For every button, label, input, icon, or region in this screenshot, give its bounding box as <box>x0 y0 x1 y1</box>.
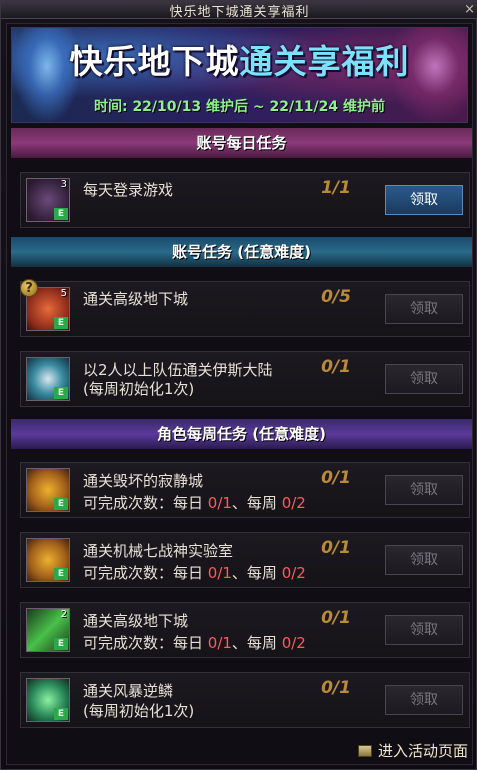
task-progress: 0/1 <box>321 468 351 488</box>
task-progress: 0/1 <box>321 608 351 628</box>
e-badge-icon: E <box>54 708 68 720</box>
task-name: 每天登录游戏 <box>83 181 174 199</box>
task-name: 以2人以上队伍通关伊斯大陆 <box>83 361 273 379</box>
event-window: 快乐地下城通关享福利 × 快乐地下城通关享福利 时间: 22/10/13 维护后… <box>0 0 477 770</box>
claim-button[interactable]: 领取 <box>385 685 463 715</box>
claim-button[interactable]: 领取 <box>385 294 463 324</box>
banner-event-period: 时间: 22/10/13 维护后 ~ 22/11/24 维护前 <box>93 99 386 115</box>
e-badge-icon: E <box>54 498 68 510</box>
event-page-icon <box>357 745 372 757</box>
e-badge-icon: E <box>54 638 68 650</box>
icon-quantity: 3 <box>60 179 67 190</box>
task-row: 5 E 通关高级地下城 0/5 领取 <box>20 281 470 337</box>
help-icon[interactable]: ? <box>20 279 38 297</box>
claim-button[interactable]: 领取 <box>385 475 463 505</box>
claim-button[interactable]: 领取 <box>385 545 463 575</box>
claim-button[interactable]: 领取 <box>385 615 463 645</box>
daily-count: 0/1 <box>207 634 232 652</box>
e-badge-icon: E <box>54 317 68 329</box>
task-row: E 通关毁坏的寂静城 可完成次数：每日 0/1、每周 0/2 0/1 领取 <box>20 462 470 518</box>
task-row: E 通关风暴逆鳞 (每周初始化1次) 0/1 领取 <box>20 672 470 728</box>
task-progress: 0/1 <box>321 357 351 377</box>
e-badge-icon: E <box>54 568 68 580</box>
task-progress: 0/5 <box>321 287 351 307</box>
task-name: 通关高级地下城 <box>83 290 189 308</box>
window-title: 快乐地下城通关享福利 <box>169 5 310 20</box>
task-reset-note: (每周初始化1次) <box>83 702 195 720</box>
weekly-count: 0/2 <box>281 494 306 512</box>
chest-icon: 3 E <box>26 178 70 222</box>
event-page-link-label: 进入活动页面 <box>377 742 468 760</box>
sword-icon: 2 E <box>26 608 70 652</box>
limit-label: 可完成次数：每日 <box>83 564 208 582</box>
close-icon[interactable]: × <box>464 1 475 18</box>
limit-label: 可完成次数：每日 <box>83 494 208 512</box>
teal-emblem-icon: E <box>26 357 70 401</box>
weekly-count: 0/2 <box>281 564 306 582</box>
claim-button[interactable]: 领取 <box>385 364 463 394</box>
gold-orb-icon: E <box>26 538 70 582</box>
task-name: 通关毁坏的寂静城 <box>83 472 204 490</box>
task-limit-text: 可完成次数：每日 0/1、每周 0/2 <box>83 632 306 653</box>
section-header-weekly: 角色每周任务 (任意难度) <box>11 419 472 449</box>
banner-headline: 快乐地下城通关享福利 <box>12 42 467 82</box>
task-row: 2 E 通关高级地下城 可完成次数：每日 0/1、每周 0/2 0/1 领取 <box>20 602 470 658</box>
claim-button[interactable]: 领取 <box>385 185 463 215</box>
limit-separator: 、每周 <box>231 564 282 582</box>
task-name: 通关高级地下城 <box>83 612 189 630</box>
task-limit-text: 可完成次数：每日 0/1、每周 0/2 <box>83 562 306 583</box>
e-badge-icon: E <box>54 208 68 220</box>
event-banner: 快乐地下城通关享福利 时间: 22/10/13 维护后 ~ 22/11/24 维… <box>11 27 468 123</box>
banner-headline-part1: 快乐地下城 <box>69 42 240 81</box>
section-header-account: 账号任务 (任意难度) <box>11 237 472 267</box>
task-row: E 以2人以上队伍通关伊斯大陆 (每周初始化1次) 0/1 领取 <box>20 351 470 407</box>
daily-count: 0/1 <box>207 494 232 512</box>
title-bar[interactable]: 快乐地下城通关享福利 × <box>1 1 477 20</box>
limit-label: 可完成次数：每日 <box>83 634 208 652</box>
weekly-count: 0/2 <box>281 634 306 652</box>
limit-separator: 、每周 <box>231 494 282 512</box>
limit-separator: 、每周 <box>231 634 282 652</box>
event-page-link[interactable]: 进入活动页面 <box>357 740 468 761</box>
daily-count: 0/1 <box>207 564 232 582</box>
task-limit-text: 可完成次数：每日 0/1、每周 0/2 <box>83 492 306 513</box>
banner-headline-part2: 通关享福利 <box>239 42 410 81</box>
task-name: 通关风暴逆鳞 <box>83 682 174 700</box>
e-badge-icon: E <box>54 387 68 399</box>
task-progress: 1/1 <box>321 178 351 198</box>
task-progress: 0/1 <box>321 678 351 698</box>
green-crystal-icon: E <box>26 678 70 722</box>
icon-quantity: 2 <box>60 609 67 620</box>
section-header-daily: 账号每日任务 <box>11 128 472 158</box>
task-reset-note: (每周初始化1次) <box>83 380 195 398</box>
task-name: 通关机械七战神实验室 <box>83 542 234 560</box>
gold-orb-icon: E <box>26 468 70 512</box>
icon-quantity: 5 <box>60 288 67 299</box>
task-progress: 0/1 <box>321 538 351 558</box>
task-row: 3 E 每天登录游戏 1/1 领取 <box>20 172 470 228</box>
task-row: E 通关机械七战神实验室 可完成次数：每日 0/1、每周 0/2 0/1 领取 <box>20 532 470 588</box>
